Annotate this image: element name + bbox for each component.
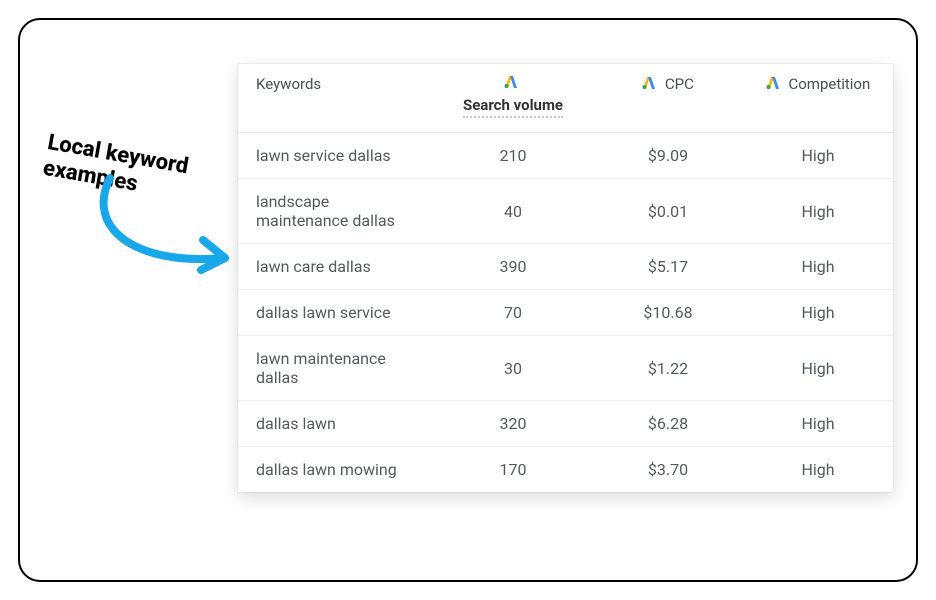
cell-competition: High <box>743 290 893 336</box>
cell-competition: High <box>743 244 893 290</box>
google-ads-icon <box>766 75 780 93</box>
cell-keyword: dallas lawn mowing <box>238 447 433 493</box>
table-body: lawn service dallas210$9.09Highlandscape… <box>238 133 893 493</box>
table-row: lawn maintenance dallas30$1.22High <box>238 336 893 401</box>
cell-keyword: dallas lawn <box>238 401 433 447</box>
header-cpc: CPC <box>593 64 743 133</box>
keyword-table-card: Keywords Search volume <box>238 64 893 492</box>
cell-competition: High <box>743 447 893 493</box>
cell-cpc: $3.70 <box>593 447 743 493</box>
cell-search-volume: 30 <box>433 336 593 401</box>
cell-search-volume: 210 <box>433 133 593 179</box>
cell-keyword: lawn care dallas <box>238 244 433 290</box>
header-keywords: Keywords <box>238 64 433 133</box>
cell-cpc: $9.09 <box>593 133 743 179</box>
cell-keyword: dallas lawn service <box>238 290 433 336</box>
keyword-table: Keywords Search volume <box>238 64 893 492</box>
cell-competition: High <box>743 179 893 244</box>
cell-competition: High <box>743 336 893 401</box>
cell-search-volume: 390 <box>433 244 593 290</box>
cell-cpc: $5.17 <box>593 244 743 290</box>
cell-competition: High <box>743 133 893 179</box>
cell-search-volume: 320 <box>433 401 593 447</box>
cell-cpc: $10.68 <box>593 290 743 336</box>
google-ads-icon <box>504 74 518 92</box>
cell-keyword: landscape maintenance dallas <box>238 179 433 244</box>
cell-competition: High <box>743 401 893 447</box>
cell-keyword: lawn service dallas <box>238 133 433 179</box>
table-row: dallas lawn320$6.28High <box>238 401 893 447</box>
table-row: landscape maintenance dallas40$0.01High <box>238 179 893 244</box>
cell-cpc: $0.01 <box>593 179 743 244</box>
annotation-arrow-icon <box>75 168 245 288</box>
content-frame: Local keyword examples Keywords <box>18 18 918 582</box>
header-search-volume: Search volume <box>433 64 593 133</box>
cell-search-volume: 70 <box>433 290 593 336</box>
cell-search-volume: 40 <box>433 179 593 244</box>
header-competition: Competition <box>743 64 893 133</box>
table-row: dallas lawn mowing170$3.70High <box>238 447 893 493</box>
table-header-row: Keywords Search volume <box>238 64 893 133</box>
table-row: dallas lawn service70$10.68High <box>238 290 893 336</box>
google-ads-icon <box>642 75 656 93</box>
cell-cpc: $1.22 <box>593 336 743 401</box>
cell-cpc: $6.28 <box>593 401 743 447</box>
cell-search-volume: 170 <box>433 447 593 493</box>
table-row: lawn care dallas390$5.17High <box>238 244 893 290</box>
table-row: lawn service dallas210$9.09High <box>238 133 893 179</box>
cell-keyword: lawn maintenance dallas <box>238 336 433 401</box>
